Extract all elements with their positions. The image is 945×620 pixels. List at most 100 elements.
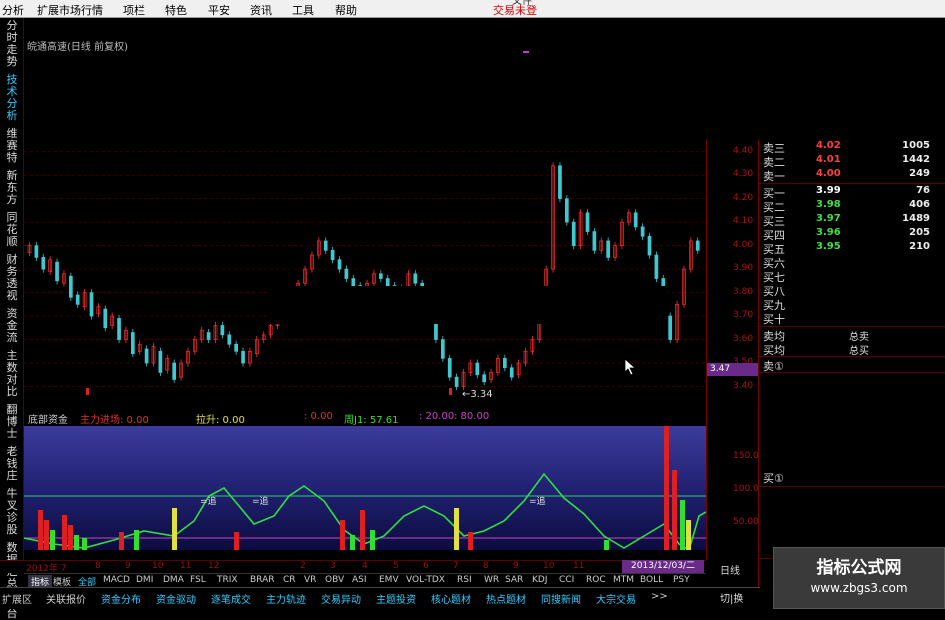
left-nav-item-6[interactable]: 资 金 流	[0, 308, 24, 344]
menu-item-xiangjian[interactable]: 项栏	[123, 2, 145, 18]
indicator-tab-cci[interactable]: CCI	[559, 575, 574, 585]
indicator-tab-emv[interactable]: EMV	[379, 575, 399, 585]
menu-item-help[interactable]: 帮助	[335, 2, 357, 18]
indicator-tab-kdj[interactable]: KDJ	[532, 575, 548, 585]
panel-bar	[686, 520, 691, 550]
indicator-tab-dma[interactable]: DMA	[163, 575, 184, 585]
bottom-tab-2[interactable]: 资金分布	[101, 591, 141, 606]
menu-item-info[interactable]: 资讯	[250, 2, 272, 18]
indicator-tab-vol-tdx[interactable]: VOL-TDX	[406, 575, 445, 585]
candle-body	[144, 348, 149, 364]
indicator-tab-boll[interactable]: BOLL	[640, 575, 663, 585]
bottom-tab-4[interactable]: 逐笔成交	[211, 591, 251, 606]
bid-price: 3.97	[816, 213, 841, 224]
bottom-tab-1[interactable]: 关联报价	[46, 591, 86, 606]
ask-label: 卖一	[763, 170, 785, 183]
bid-price: 3.96	[816, 227, 841, 238]
menu-item-file[interactable]: 文件	[512, 0, 532, 7]
price-axis-label: 3.40	[733, 380, 754, 391]
indicator-tab-sar[interactable]: SAR	[505, 575, 523, 585]
bottom-tab-10[interactable]: 同搜新闻	[541, 591, 581, 606]
indicator-tab-cr[interactable]: CR	[283, 575, 296, 585]
bid-row: 买七	[759, 269, 945, 284]
bottom-tab-12[interactable]: >>	[651, 591, 668, 602]
bottom-tab-8[interactable]: 核心题材	[431, 591, 471, 606]
date-axis-label: 4	[362, 561, 368, 571]
indicator-tab-wr[interactable]: WR	[484, 575, 499, 585]
indicator-tab-obv[interactable]: OBV	[325, 575, 344, 585]
indicator-tab-mtm[interactable]: MTM	[613, 575, 634, 585]
menu-item-features[interactable]: 特色	[165, 2, 187, 18]
indicator-tab-psy[interactable]: PSY	[673, 575, 690, 585]
left-nav-item-3[interactable]: 新 东 方	[0, 170, 24, 206]
chart-title: 皖通高速(日线 前复权)	[27, 42, 128, 53]
indicator-tab-trix[interactable]: TRIX	[217, 575, 238, 585]
sub-indicator-name: 底部资金	[28, 415, 68, 426]
ask-volume: 1442	[902, 154, 930, 165]
panel-bar	[119, 532, 124, 550]
ask-row: 卖三 4.02 1005	[759, 140, 945, 155]
panel-bar	[50, 530, 55, 550]
left-nav-item-8[interactable]: 翻 博 士	[0, 404, 24, 440]
menu-item-analysis[interactable]: 分析	[2, 2, 24, 18]
candle-body	[606, 240, 611, 258]
watermark-url: www.zbgs3.com	[810, 581, 908, 595]
date-axis-label: 10	[152, 561, 164, 571]
date-axis-label: 8	[483, 561, 489, 571]
indicator-tab-asi[interactable]: ASI	[352, 575, 367, 585]
left-nav-item-2[interactable]: 维 赛 特	[0, 128, 24, 164]
menu-item-tools[interactable]: 工具	[292, 2, 314, 18]
candle-body	[172, 362, 177, 380]
ask-price: 4.02	[816, 140, 841, 151]
indicator-tab-fsl[interactable]: FSL	[190, 575, 206, 585]
left-nav-item-1[interactable]: 技 术 分 析	[0, 74, 24, 122]
bottom-tab-11[interactable]: 大宗交易	[596, 591, 636, 606]
signal-marker	[523, 51, 529, 53]
panel-bar	[38, 510, 43, 550]
bottom-tab-0[interactable]: 扩展区	[2, 591, 32, 606]
ask-row: 卖一 4.00 249	[759, 168, 945, 183]
left-nav-item-0[interactable]: 分 时 走 势	[0, 20, 24, 68]
switch-label[interactable]: 切|换	[720, 590, 743, 605]
indicator-tab-dmi[interactable]: DMI	[136, 575, 153, 585]
candle-body	[41, 257, 46, 270]
order-book-divider	[759, 183, 945, 184]
bottom-tab-6[interactable]: 交易异动	[321, 591, 361, 606]
indicator-tab-vr[interactable]: VR	[304, 575, 316, 585]
indicator-tab-roc[interactable]: ROC	[586, 575, 606, 585]
bid-row: 买三 3.97 1489	[759, 213, 945, 228]
panel-bar	[62, 515, 67, 550]
menu-item-pingan[interactable]: 平安	[208, 2, 230, 18]
candle-body	[206, 332, 211, 340]
sub-axis-label: 100.0	[733, 484, 759, 494]
current-date: 2013/12/03/二	[622, 560, 704, 573]
left-nav-item-4[interactable]: 同 花 顺	[0, 212, 24, 248]
indicator-tab-macd[interactable]: MACD	[103, 575, 130, 585]
candle-body	[454, 376, 459, 387]
panel-tag: =追	[200, 495, 217, 507]
sub-indicator-item: : 20.00	[419, 411, 455, 422]
candle-body	[55, 261, 59, 282]
left-nav-item-7[interactable]: 主 数 对 比	[0, 350, 24, 398]
bid-row: 买六	[759, 255, 945, 270]
left-nav-item-5[interactable]: 财 务 透 视	[0, 254, 24, 302]
bottom-tab-5[interactable]: 主力轨迹	[266, 591, 306, 606]
left-nav-item-9[interactable]: 老 钱 庄	[0, 446, 24, 482]
bottom-tab-7[interactable]: 主题投资	[376, 591, 416, 606]
candle-body	[509, 367, 514, 378]
bid-row: 买五 3.95 210	[759, 241, 945, 256]
menu-item-ext-market[interactable]: 扩展市场行情	[37, 2, 103, 18]
indicator-tab-rsi[interactable]: RSI	[457, 575, 472, 585]
bottom-tab-3[interactable]: 资金驱动	[156, 591, 196, 606]
date-axis-label: 7	[453, 561, 459, 571]
candle-body	[117, 318, 121, 340]
avg-row: 买均 总买	[759, 342, 945, 357]
buy-marker: 买①	[763, 472, 784, 485]
ask-row: 卖二 4.01 1442	[759, 154, 945, 169]
left-nav-item-10[interactable]: 牛 叉 诊 股	[0, 488, 24, 536]
bottom-tab-9[interactable]: 热点题材	[486, 591, 526, 606]
indicator-tab-brar[interactable]: BRAR	[250, 575, 274, 585]
daily-label[interactable]: 日线	[720, 562, 740, 577]
price-axis-label: 3.70	[733, 310, 754, 321]
sub-indicator-header: 底部资金 主力进场: 0.00 拉升: 0.00: 0.00 周J1: 57.61:…	[24, 409, 706, 426]
